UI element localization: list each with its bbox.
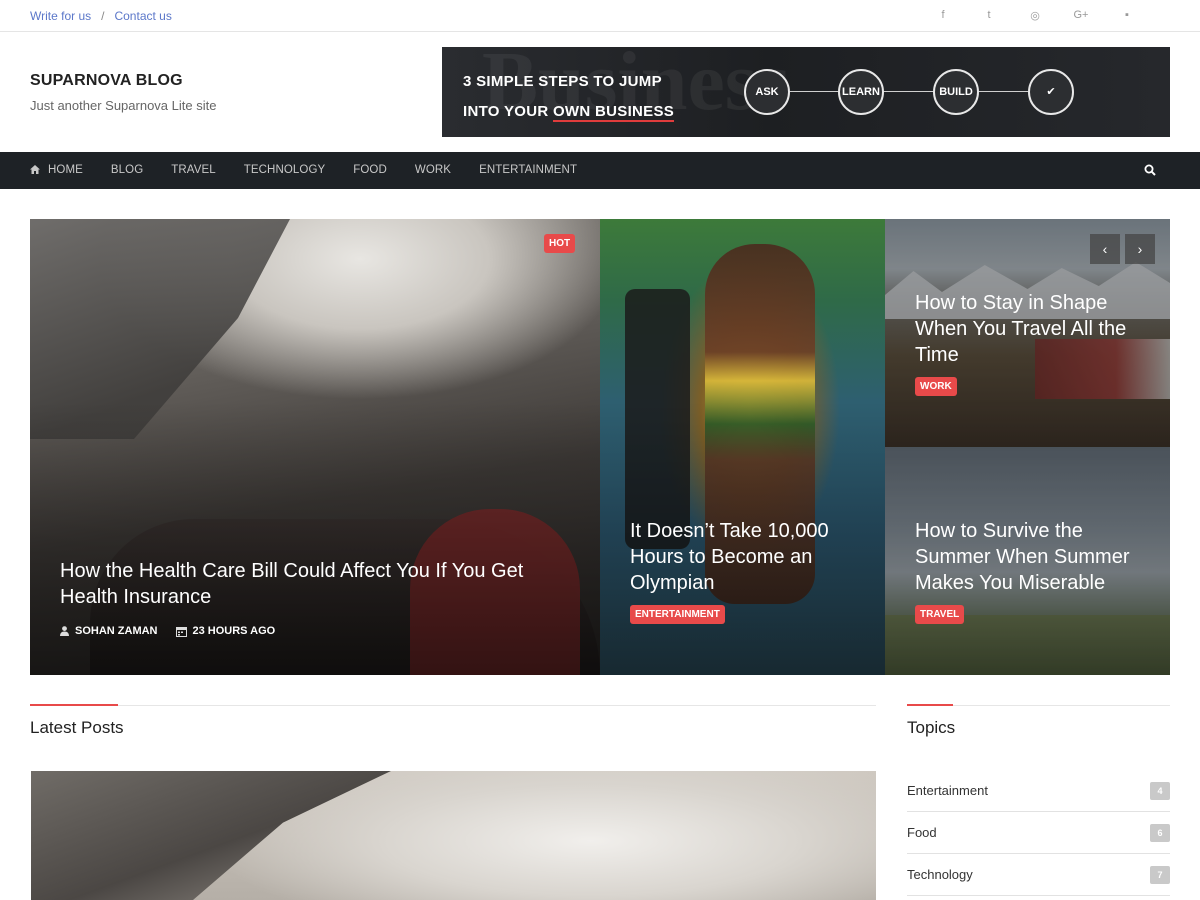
- topic-count: 4: [1150, 781, 1170, 800]
- latest-posts-accent: [30, 704, 118, 706]
- featured-post-fourth[interactable]: How to Survive the Summer When Summer Ma…: [885, 447, 1170, 675]
- nav-item-technology[interactable]: TECHNOLOGY: [244, 152, 326, 189]
- banner-line-2-prefix: INTO YOUR: [463, 103, 549, 120]
- contact-us-link[interactable]: Contact us: [114, 9, 171, 23]
- topics-accent: [907, 704, 953, 706]
- banner-line-1: 3 SIMPLE STEPS TO JUMP: [463, 73, 662, 90]
- flickr-icon[interactable]: ▪: [1104, 9, 1150, 22]
- top-bar: Write for us / Contact us f t ◎ G+ ▪: [0, 0, 1200, 32]
- instagram-icon[interactable]: ◎: [1012, 9, 1058, 22]
- topic-item-technology[interactable]: Technology 7: [907, 854, 1170, 896]
- step-learn: LEARN: [838, 69, 884, 115]
- header-banner-ad[interactable]: Business 3 SIMPLE STEPS TO JUMP INTO YOU…: [442, 47, 1170, 137]
- hot-badge: HOT: [544, 234, 576, 253]
- author-name: SOHAN ZAMAN: [75, 625, 158, 637]
- topic-count: 7: [1150, 865, 1170, 884]
- step-check-icon: ✔: [1028, 69, 1074, 115]
- banner-line-2: INTO YOUR OWN BUSINESS: [463, 97, 675, 127]
- twitter-icon[interactable]: t: [966, 9, 1012, 22]
- topic-item-entertainment[interactable]: Entertainment 4: [907, 770, 1170, 812]
- nav-item-home-label: HOME: [48, 164, 83, 176]
- nav-item-home[interactable]: HOME: [30, 152, 83, 189]
- latest-posts-divider: [30, 705, 876, 706]
- featured-third-title[interactable]: How to Stay in Shape When You Travel All…: [915, 290, 1150, 368]
- latest-posts-title: Latest Posts: [30, 718, 124, 737]
- banner-line-2-accent: OWN BUSINESS: [552, 103, 675, 122]
- topic-item-food[interactable]: Food 6: [907, 812, 1170, 854]
- nav-item-work[interactable]: WORK: [415, 152, 451, 189]
- top-links-separator: /: [101, 9, 105, 23]
- site-title[interactable]: SUPARNOVA BLOG: [30, 72, 183, 90]
- featured-main-title[interactable]: How the Health Care Bill Could Affect Yo…: [60, 558, 560, 610]
- nav-item-travel[interactable]: TRAVEL: [171, 152, 215, 189]
- banner-steps: ASK LEARN BUILD ✔: [744, 69, 1074, 115]
- category-badge-entertainment[interactable]: ENTERTAINMENT: [630, 605, 725, 624]
- nav-item-blog[interactable]: BLOG: [111, 152, 143, 189]
- facebook-icon[interactable]: f: [920, 9, 966, 22]
- post-time: 23 HOURS AGO: [192, 625, 276, 637]
- calendar-icon: [175, 626, 187, 637]
- top-links: Write for us / Contact us: [30, 9, 172, 23]
- banner-steps-connector: [767, 91, 1052, 92]
- search-icon[interactable]: [1144, 164, 1156, 176]
- featured-fourth-title[interactable]: How to Survive the Summer When Summer Ma…: [915, 518, 1155, 596]
- chevron-right-icon[interactable]: ›: [1125, 234, 1155, 264]
- write-for-us-link[interactable]: Write for us: [30, 9, 91, 23]
- topics-title: Topics: [907, 718, 956, 737]
- category-badge-work[interactable]: WORK: [915, 377, 957, 396]
- user-icon: [60, 626, 69, 636]
- author-meta[interactable]: SOHAN ZAMAN: [60, 625, 158, 637]
- home-icon: [30, 165, 40, 174]
- main-nav: HOME BLOG TRAVEL TECHNOLOGY FOOD WORK EN…: [0, 152, 1200, 189]
- airplane-bins-image: [31, 771, 391, 900]
- featured-post-second[interactable]: It Doesn’t Take 10,000 Hours to Become a…: [600, 219, 885, 675]
- nav-item-food[interactable]: FOOD: [353, 152, 387, 189]
- step-ask: ASK: [744, 69, 790, 115]
- nav-item-entertainment[interactable]: ENTERTAINMENT: [479, 152, 577, 189]
- banner-headline: 3 SIMPLE STEPS TO JUMP INTO YOUR OWN BUS…: [463, 67, 675, 127]
- topics-list: Entertainment 4 Food 6 Technology 7: [907, 770, 1170, 896]
- latest-post-image[interactable]: [31, 771, 876, 900]
- topic-label: Entertainment: [907, 783, 988, 798]
- time-meta: 23 HOURS AGO: [175, 625, 276, 637]
- chevron-left-icon[interactable]: ‹: [1090, 234, 1120, 264]
- step-build: BUILD: [933, 69, 979, 115]
- google-plus-icon[interactable]: G+: [1058, 9, 1104, 22]
- featured-grid: HOT How the Health Care Bill Could Affec…: [30, 219, 1170, 675]
- site-tagline: Just another Suparnova Lite site: [30, 98, 217, 113]
- featured-main-meta: SOHAN ZAMAN 23 HOURS AGO: [60, 625, 275, 637]
- category-badge-travel[interactable]: TRAVEL: [915, 605, 965, 624]
- topic-label: Food: [907, 825, 937, 840]
- featured-post-third[interactable]: How to Stay in Shape When You Travel All…: [885, 219, 1170, 447]
- featured-post-main[interactable]: HOT How the Health Care Bill Could Affec…: [30, 219, 600, 675]
- social-links: f t ◎ G+ ▪: [920, 9, 1150, 22]
- topic-label: Technology: [907, 867, 973, 882]
- featured-second-title[interactable]: It Doesn’t Take 10,000 Hours to Become a…: [630, 518, 860, 596]
- topic-count: 6: [1150, 823, 1170, 842]
- slider-arrows: ‹ ›: [1090, 234, 1155, 264]
